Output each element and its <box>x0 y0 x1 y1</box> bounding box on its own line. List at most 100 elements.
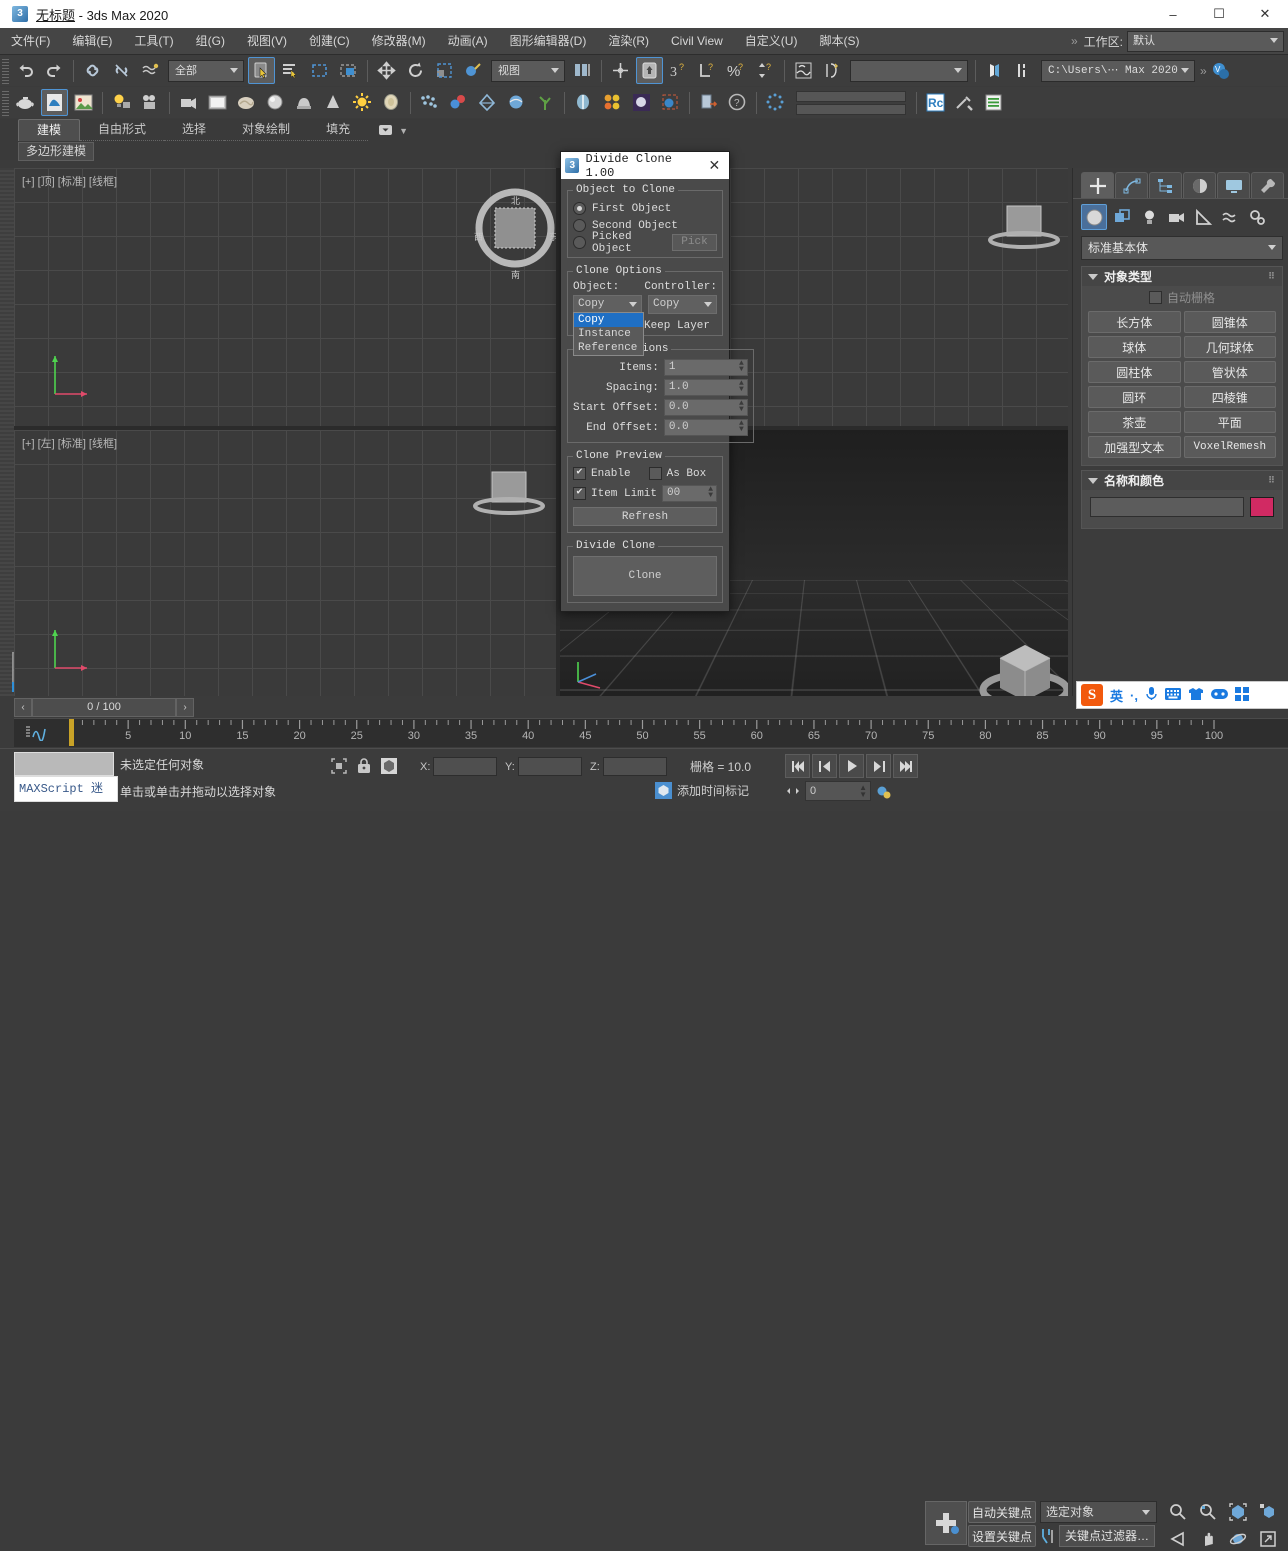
rollout-header-name-and-color[interactable]: 名称和颜色 ⠿ <box>1082 471 1282 490</box>
item-limit-checkbox[interactable] <box>573 487 586 500</box>
rendered-frame-window-icon[interactable] <box>70 89 97 116</box>
use-pivot-point-center-icon[interactable] <box>569 57 596 84</box>
y-input[interactable] <box>518 757 582 776</box>
toolbar-grip[interactable] <box>2 58 9 84</box>
subcategory-dropdown[interactable]: 标准基本体 <box>1081 236 1283 260</box>
redo-icon[interactable] <box>41 57 68 84</box>
spinner-icon[interactable]: ▲▼ <box>739 381 744 393</box>
start-offset-input[interactable]: 0.0 ▲▼ <box>664 399 748 416</box>
as-box-checkbox[interactable] <box>649 467 662 480</box>
camera-sequencer-icon[interactable] <box>175 89 202 116</box>
command-tab-utilities[interactable] <box>1251 172 1284 198</box>
next-frame-button[interactable] <box>866 754 891 778</box>
auto-key-button[interactable]: 自动关键点 <box>968 1501 1036 1523</box>
drag-handle-icon[interactable]: ⠿ <box>1268 271 1276 282</box>
menu-item-animation[interactable]: 动画(A) <box>437 28 499 54</box>
set-key-button[interactable] <box>925 1501 967 1545</box>
mirror-icon[interactable] <box>790 57 817 84</box>
drag-handle-icon[interactable]: ⠿ <box>1268 475 1276 486</box>
key-mode-toggle-icon[interactable] <box>785 784 801 798</box>
ime-emoji-icon[interactable] <box>1211 688 1228 703</box>
workspace-dropdown[interactable]: 默认 <box>1127 31 1284 52</box>
window-crossing-icon[interactable] <box>335 57 362 84</box>
as-box-row[interactable]: As Box <box>649 466 707 481</box>
camera-icon[interactable] <box>137 89 164 116</box>
ribbon-tab-object-paint[interactable]: 对象绘制 <box>224 119 308 141</box>
object-name-input[interactable] <box>1090 497 1244 517</box>
render-frame-icon[interactable] <box>204 89 231 116</box>
key-filter-target-dropdown[interactable]: 选定对象 <box>1040 1501 1157 1523</box>
render-setup-icon[interactable] <box>41 89 68 116</box>
object-button-geosphere[interactable]: 几何球体 <box>1184 336 1277 358</box>
ribbon-tab-selection[interactable]: 选择 <box>164 119 224 141</box>
export-icon[interactable] <box>695 89 722 116</box>
auto-grid-option[interactable]: 自动栅格 <box>1088 289 1276 306</box>
dialog-close-button[interactable]: ✕ <box>704 155 725 177</box>
edit-named-selection-sets-icon[interactable]: ? <box>752 57 779 84</box>
clone-button[interactable]: Clone <box>573 556 717 596</box>
object-button-voxel-remesh[interactable]: VoxelRemesh <box>1184 436 1277 458</box>
select-and-scale-icon[interactable] <box>431 57 458 84</box>
select-by-name-icon[interactable] <box>277 57 304 84</box>
percent-snap-icon[interactable]: ? <box>694 57 721 84</box>
select-link-icon[interactable] <box>79 57 106 84</box>
maxscript-listener-input[interactable]: MAXScript 迷 <box>14 776 118 802</box>
viewport-left[interactable]: [+] [左] [标准] [线框] <box>14 430 556 696</box>
light-mixer-icon[interactable] <box>570 89 597 116</box>
time-slider[interactable] <box>69 719 74 746</box>
spinner-icon[interactable]: ▲▼ <box>739 421 744 433</box>
previous-frame-button[interactable]: ‹ <box>14 698 32 717</box>
menu-overflow-icon[interactable]: » <box>1065 34 1084 48</box>
ribbon-minimize-dropdown[interactable]: ▼ <box>378 120 408 141</box>
menu-item-civil-view[interactable]: Civil View <box>660 28 734 54</box>
minimize-button[interactable]: – <box>1150 0 1196 28</box>
menu-item-group[interactable]: 组(G) <box>185 28 236 54</box>
scene-converter-icon[interactable] <box>599 89 626 116</box>
bind-space-warp-icon[interactable] <box>137 57 164 84</box>
key-mode-icon[interactable] <box>875 782 893 800</box>
radio-first-object[interactable]: First Object <box>573 200 717 217</box>
object-button-pyramid[interactable]: 四棱锥 <box>1184 386 1277 408</box>
physical-material-icon[interactable] <box>378 89 405 116</box>
tools-icon[interactable] <box>951 89 978 116</box>
go-to-start-button[interactable] <box>785 754 810 778</box>
ribbon-tab-modeling[interactable]: 建模 <box>18 119 80 141</box>
key-filters-button[interactable]: 关键点过滤器… <box>1059 1525 1155 1547</box>
layer-explorer-icon[interactable] <box>981 57 1008 84</box>
go-to-end-button[interactable] <box>893 754 918 778</box>
menu-item-views[interactable]: 视图(V) <box>236 28 298 54</box>
select-object-icon[interactable] <box>248 57 275 84</box>
menu-item-edit[interactable]: 编辑(E) <box>61 28 123 54</box>
help-icon[interactable]: ? <box>724 89 751 116</box>
maximize-button[interactable]: ☐ <box>1196 0 1242 28</box>
undo-icon[interactable] <box>12 57 39 84</box>
command-tab-hierarchy[interactable] <box>1149 172 1182 198</box>
material-browser-icon[interactable] <box>291 89 318 116</box>
toolbar-grip[interactable] <box>2 90 9 116</box>
align-icon[interactable] <box>819 57 846 84</box>
ribbon-polygon-modeling-button[interactable]: 多边形建模 <box>18 142 94 161</box>
refresh-button[interactable]: Refresh <box>573 507 717 526</box>
object-button-tube[interactable]: 管状体 <box>1184 361 1277 383</box>
command-tab-modify[interactable] <box>1115 172 1148 198</box>
shapes-icon[interactable] <box>1110 205 1134 229</box>
progressive-render-icon[interactable] <box>762 89 789 116</box>
ime-keyboard-icon[interactable] <box>1165 688 1181 703</box>
pan-icon[interactable] <box>1194 1526 1222 1551</box>
select-and-manipulate-icon[interactable] <box>607 57 634 84</box>
space-warps-icon[interactable] <box>1218 205 1242 229</box>
add-time-tag[interactable]: 添加时间标记 <box>655 782 749 799</box>
lock-selection-icon[interactable] <box>356 757 372 775</box>
populate-icon[interactable] <box>474 89 501 116</box>
selection-lock-icon[interactable] <box>330 757 348 775</box>
snaps-toggle-icon[interactable] <box>636 57 663 84</box>
zoom-all-icon[interactable] <box>1194 1499 1222 1524</box>
object-button-cylinder[interactable]: 圆柱体 <box>1088 361 1181 383</box>
placement-icon[interactable] <box>460 57 487 84</box>
zoom-icon[interactable] <box>1164 1499 1192 1524</box>
systems-icon[interactable] <box>1245 205 1269 229</box>
project-folder-dropdown[interactable]: C:\Users\⋯ Max 2020 <box>1041 60 1195 82</box>
autodesk-account-icon[interactable]: V <box>1208 57 1235 84</box>
play-animation-button[interactable] <box>839 754 864 778</box>
spinner-icon[interactable]: ▲▼ <box>708 487 713 499</box>
